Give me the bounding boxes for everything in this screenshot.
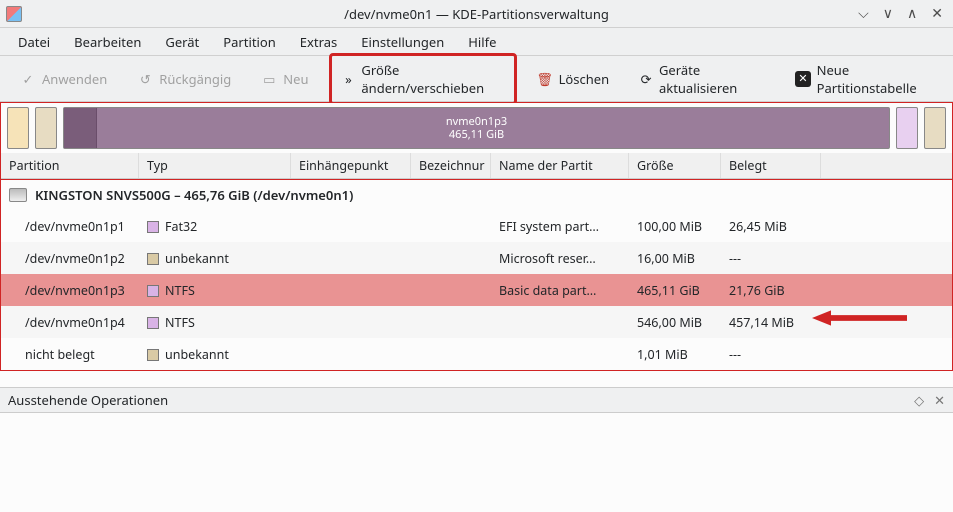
disk-block-p1[interactable] (7, 107, 29, 149)
disk-icon (9, 188, 27, 202)
cell-partition: /dev/nvme0n1p1 (25, 218, 125, 235)
table-row[interactable]: nicht belegt unbekannt 1,01 MiB--- (1, 338, 952, 370)
table-row[interactable]: /dev/nvme0n1p1 Fat32 EFI system part…100,0… (1, 210, 952, 242)
undo-label: Rückgängig (159, 70, 231, 88)
cell-name: EFI system part… (491, 218, 629, 235)
cell-type: unbekannt (165, 250, 229, 267)
delete-button[interactable]: 🗑 Löschen (527, 64, 620, 94)
col-used[interactable]: Belegt (721, 153, 821, 178)
disk-graphic: nvme0n1p3 465,11 GiB (1, 103, 952, 153)
fs-swatch-icon (147, 253, 159, 265)
cell-size: 546,00 MiB (629, 314, 721, 331)
cell-size: 1,01 MiB (629, 346, 721, 363)
disk-block-p3[interactable]: nvme0n1p3 465,11 GiB (63, 107, 890, 149)
new-label: Neu (283, 70, 308, 88)
cell-used: 26,45 MiB (721, 218, 821, 235)
toolbar: ✓ Anwenden ↺ Rückgängig ▭ Neu » Größe än… (0, 56, 953, 102)
pending-operations-header: Ausstehende Operationen ◇ ✕ (0, 387, 953, 413)
disk-block-p3-used (64, 108, 97, 148)
menu-help[interactable]: Hilfe (458, 29, 506, 55)
cell-size: 16,00 MiB (629, 250, 721, 267)
undo-icon: ↺ (137, 71, 153, 87)
resize-button[interactable]: » Größe ändern/verschieben (329, 53, 517, 105)
cell-partition: /dev/nvme0n1p3 (25, 282, 125, 299)
refresh-label: Geräte aktualisieren (659, 61, 765, 97)
pending-operations-body (0, 413, 953, 512)
window-minimize-icon[interactable]: ∨ (883, 7, 893, 21)
resize-label: Größe ändern/verschieben (361, 61, 503, 97)
cell-used: --- (721, 346, 821, 363)
disk-block-free[interactable] (924, 107, 946, 149)
col-type[interactable]: Typ (139, 153, 291, 178)
table-header: Partition Typ Einhängepunkt Bezeichnur N… (1, 153, 952, 179)
new-icon: ▭ (261, 71, 277, 87)
undo-button: ↺ Rückgängig (127, 64, 241, 94)
window-keep-below-icon[interactable]: ⌵ (858, 7, 869, 21)
new-button: ▭ Neu (251, 64, 318, 94)
disk-block-p2[interactable] (35, 107, 57, 149)
partition-table: KINGSTON SNVS500G – 465,76 GiB (/dev/nvm… (0, 180, 953, 371)
disk-block-p3-size: 465,11 GiB (449, 127, 504, 142)
menu-file[interactable]: Datei (8, 29, 60, 55)
cell-size: 465,11 GiB (629, 282, 721, 299)
erase-icon: ✕ (795, 71, 810, 87)
cell-used: 457,14 MiB (721, 314, 821, 331)
delete-label: Löschen (559, 70, 610, 88)
menu-edit[interactable]: Bearbeiten (64, 29, 151, 55)
fs-swatch-icon (147, 285, 159, 297)
spacer (0, 371, 953, 387)
close-panel-icon[interactable]: ✕ (934, 391, 945, 409)
col-mount[interactable]: Einhängepunkt (291, 153, 411, 178)
window-title: /dev/nvme0n1 — KDE-Partitionsverwaltung (0, 5, 953, 23)
titlebar: /dev/nvme0n1 — KDE-Partitionsverwaltung … (0, 0, 953, 28)
new-table-button[interactable]: ✕ Neue Partitionstabelle (785, 55, 943, 103)
menu-extras[interactable]: Extras (290, 29, 347, 55)
detach-panel-icon[interactable]: ◇ (914, 391, 924, 409)
table-row[interactable]: /dev/nvme0n1p3 NTFS Basic data part…465,11… (1, 274, 952, 306)
new-table-label: Neue Partitionstabelle (817, 61, 933, 97)
disk-block-p4[interactable] (896, 107, 918, 149)
table-row[interactable]: /dev/nvme0n1p2 unbekannt Microsoft reser…1… (1, 242, 952, 274)
app-icon (6, 6, 22, 22)
window-maximize-icon[interactable]: ∧ (907, 7, 917, 21)
cell-used: --- (721, 250, 821, 267)
cell-name: Basic data part… (491, 282, 629, 299)
device-label: KINGSTON SNVS500G – 465,76 GiB (/dev/nvm… (35, 186, 353, 204)
apply-label: Anwenden (42, 70, 107, 88)
cell-type: NTFS (165, 282, 195, 299)
menu-settings[interactable]: Einstellungen (351, 29, 454, 55)
refresh-icon: ⟳ (639, 71, 653, 87)
check-icon: ✓ (20, 71, 36, 87)
menu-partition[interactable]: Partition (213, 29, 286, 55)
window-controls: ⌵ ∨ ∧ ✕ (858, 7, 953, 21)
cell-type: NTFS (165, 314, 195, 331)
refresh-button[interactable]: ⟳ Geräte aktualisieren (629, 55, 775, 103)
window-close-icon[interactable]: ✕ (931, 7, 943, 21)
col-size[interactable]: Größe (629, 153, 721, 178)
cell-partition: /dev/nvme0n1p4 (25, 314, 125, 331)
cell-name: Microsoft reser… (491, 250, 629, 267)
pending-operations-title: Ausstehende Operationen (8, 391, 168, 409)
disk-graphic-frame: nvme0n1p3 465,11 GiB Partition Typ Einhä… (0, 102, 953, 180)
cell-partition: nicht belegt (25, 346, 95, 363)
fs-swatch-icon (147, 221, 159, 233)
col-name[interactable]: Name der Partit (491, 153, 629, 178)
cell-type: unbekannt (165, 346, 229, 363)
fs-swatch-icon (147, 317, 159, 329)
menu-device[interactable]: Gerät (155, 29, 209, 55)
trash-icon: 🗑 (537, 71, 553, 87)
col-label[interactable]: Bezeichnur (411, 153, 491, 178)
resize-icon: » (342, 71, 356, 87)
table-row[interactable]: /dev/nvme0n1p4 NTFS 546,00 MiB457,14 MiB (1, 306, 952, 338)
menubar: Datei Bearbeiten Gerät Partition Extras … (0, 28, 953, 56)
cell-size: 100,00 MiB (629, 218, 721, 235)
cell-partition: /dev/nvme0n1p2 (25, 250, 125, 267)
cell-type: Fat32 (165, 218, 197, 235)
device-row[interactable]: KINGSTON SNVS500G – 465,76 GiB (/dev/nvm… (1, 180, 952, 210)
cell-used: 21,76 GiB (721, 282, 821, 299)
apply-button: ✓ Anwenden (10, 64, 117, 94)
fs-swatch-icon (147, 349, 159, 361)
col-partition[interactable]: Partition (1, 153, 139, 178)
